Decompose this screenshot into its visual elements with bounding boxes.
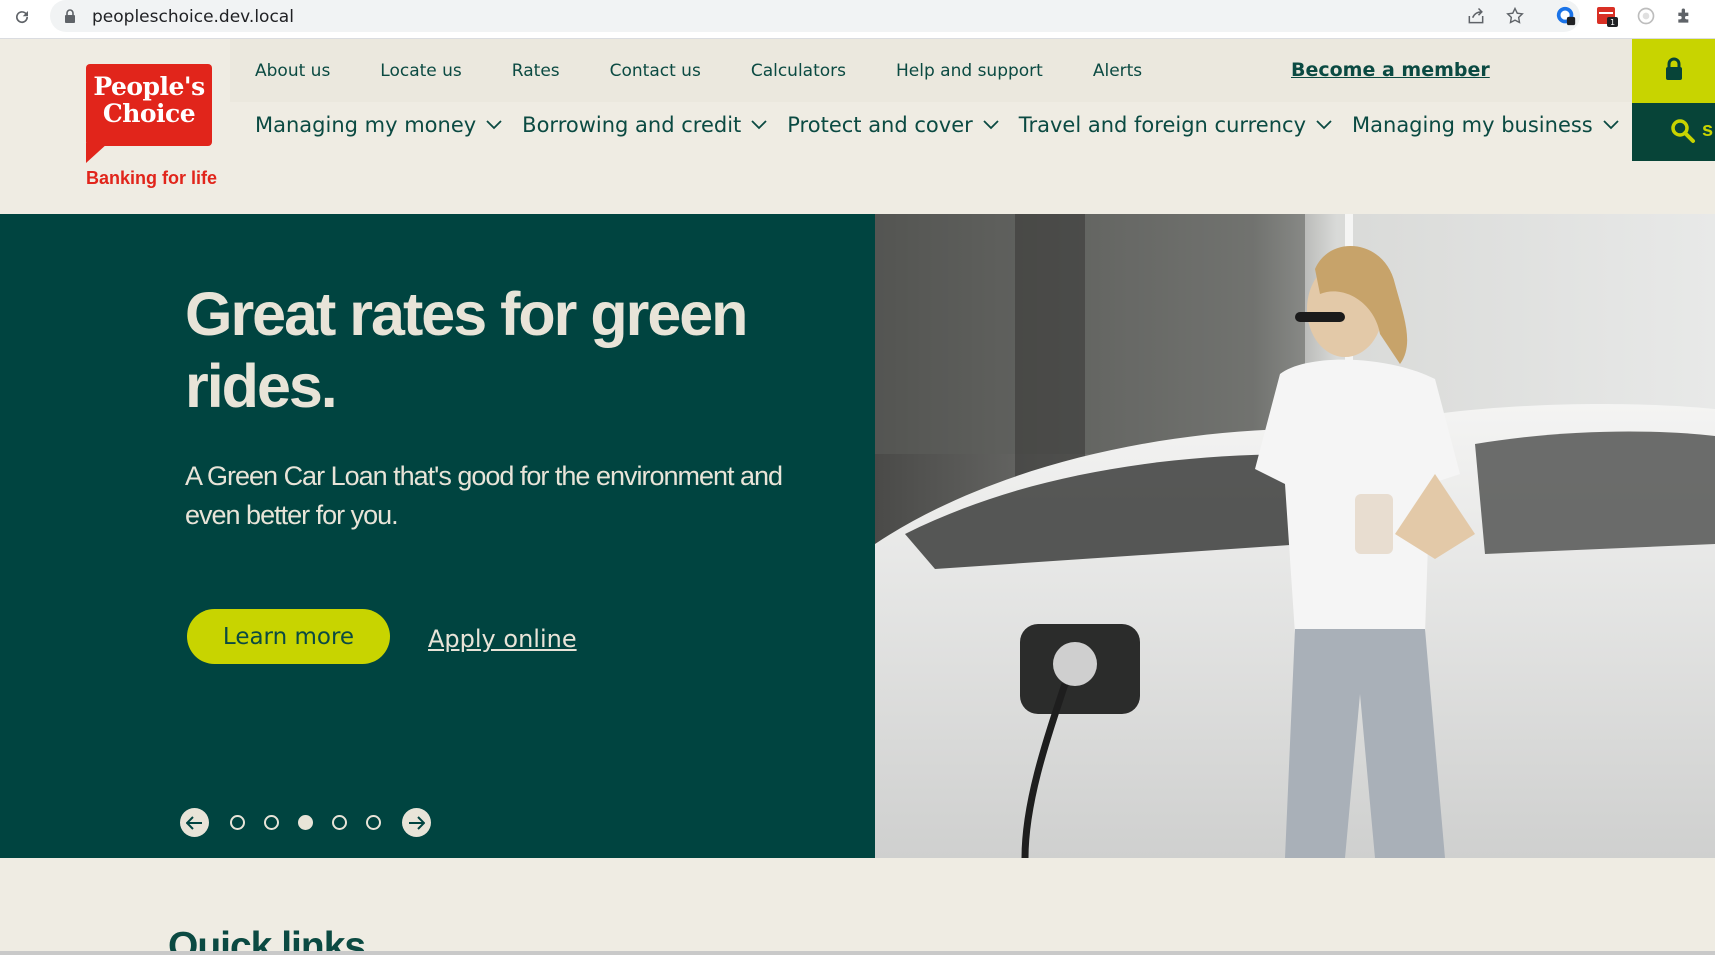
learn-more-button[interactable]: Learn more xyxy=(187,609,390,664)
chevron-down-icon xyxy=(1316,117,1332,133)
padlock-icon xyxy=(64,9,76,28)
extensions-puzzle-icon[interactable] xyxy=(1673,4,1697,28)
calendar-extension-icon[interactable]: 1 xyxy=(1595,4,1619,28)
nav-label: Managing my money xyxy=(255,113,477,137)
search-label-fragment: s xyxy=(1702,119,1714,141)
logo-line-2: Choice xyxy=(102,99,196,128)
nav-rates[interactable]: Rates xyxy=(512,61,560,81)
site-header: People's Choice Banking for life About u… xyxy=(0,39,1715,214)
hero-content-panel: Great rates for green rides. A Green Car… xyxy=(0,214,875,858)
utility-nav: About us Locate us Rates Contact us Calc… xyxy=(255,61,1192,81)
main-nav: Managing my money Borrowing and credit P… xyxy=(255,113,1639,137)
search-icon xyxy=(1670,118,1696,149)
nav-locate-us[interactable]: Locate us xyxy=(380,61,462,81)
hero-banner: Great rates for green rides. A Green Car… xyxy=(0,214,1715,858)
apply-online-link[interactable]: Apply online xyxy=(428,625,577,653)
arrow-left-icon[interactable] xyxy=(180,808,209,837)
chevron-down-icon xyxy=(486,117,502,133)
nav-about-us[interactable]: About us xyxy=(255,61,330,81)
nav-contact-us[interactable]: Contact us xyxy=(610,61,701,81)
carousel-dot-2[interactable] xyxy=(264,815,279,830)
reload-icon[interactable] xyxy=(10,5,34,29)
hero-photo-woman-electric-car xyxy=(875,214,1715,858)
nav-label: Protect and cover xyxy=(787,113,973,137)
logo-tagline: Banking for life xyxy=(86,168,218,188)
nav-label: Travel and foreign currency xyxy=(1018,113,1307,137)
nav-help-and-support[interactable]: Help and support xyxy=(896,61,1043,81)
star-icon[interactable] xyxy=(1503,4,1527,28)
bottom-divider xyxy=(0,951,1715,955)
nav-travel-and-foreign-currency[interactable]: Travel and foreign currency xyxy=(1019,113,1332,137)
nav-protect-and-cover[interactable]: Protect and cover xyxy=(787,113,999,137)
carousel-dot-5[interactable] xyxy=(366,815,381,830)
nav-borrowing-and-credit[interactable]: Borrowing and credit xyxy=(522,113,767,137)
search-button[interactable]: s xyxy=(1632,103,1715,161)
password-manager-extension-icon[interactable] xyxy=(1554,4,1578,28)
arrow-right-icon[interactable] xyxy=(402,808,431,837)
circle-extension-icon[interactable] xyxy=(1634,4,1658,28)
padlock-icon xyxy=(1664,57,1684,86)
logo-speech-tail xyxy=(86,143,108,163)
chevron-down-icon xyxy=(751,117,767,133)
login-button[interactable] xyxy=(1632,39,1715,103)
share-icon[interactable] xyxy=(1464,4,1488,28)
url-text: peopleschoice.dev.local xyxy=(92,7,294,27)
address-bar[interactable]: peopleschoice.dev.local xyxy=(50,0,1580,32)
carousel-dot-4[interactable] xyxy=(332,815,347,830)
become-member-link[interactable]: Become a member xyxy=(1291,59,1490,81)
chevron-down-icon xyxy=(983,117,999,133)
nav-alerts[interactable]: Alerts xyxy=(1093,61,1142,81)
nav-calculators[interactable]: Calculators xyxy=(751,61,846,81)
carousel-dot-3-active[interactable] xyxy=(298,815,313,830)
nav-managing-my-money[interactable]: Managing my money xyxy=(255,113,502,137)
svg-text:1: 1 xyxy=(1610,18,1615,27)
carousel-controls xyxy=(180,808,431,837)
chevron-down-icon xyxy=(1603,117,1619,133)
nav-label: Borrowing and credit xyxy=(522,113,742,137)
logo-line-1: People's xyxy=(93,72,205,101)
hero-subtitle: A Green Car Loan that's good for the env… xyxy=(185,461,783,530)
carousel-dot-1[interactable] xyxy=(230,815,245,830)
logo-badge: People's Choice xyxy=(86,64,212,146)
hero-title: Great rates for green rides. xyxy=(185,280,748,420)
browser-toolbar: peopleschoice.dev.local 1 xyxy=(0,0,1715,39)
nav-managing-my-business[interactable]: Managing my business xyxy=(1352,113,1619,137)
nav-label: Managing my business xyxy=(1352,113,1593,137)
